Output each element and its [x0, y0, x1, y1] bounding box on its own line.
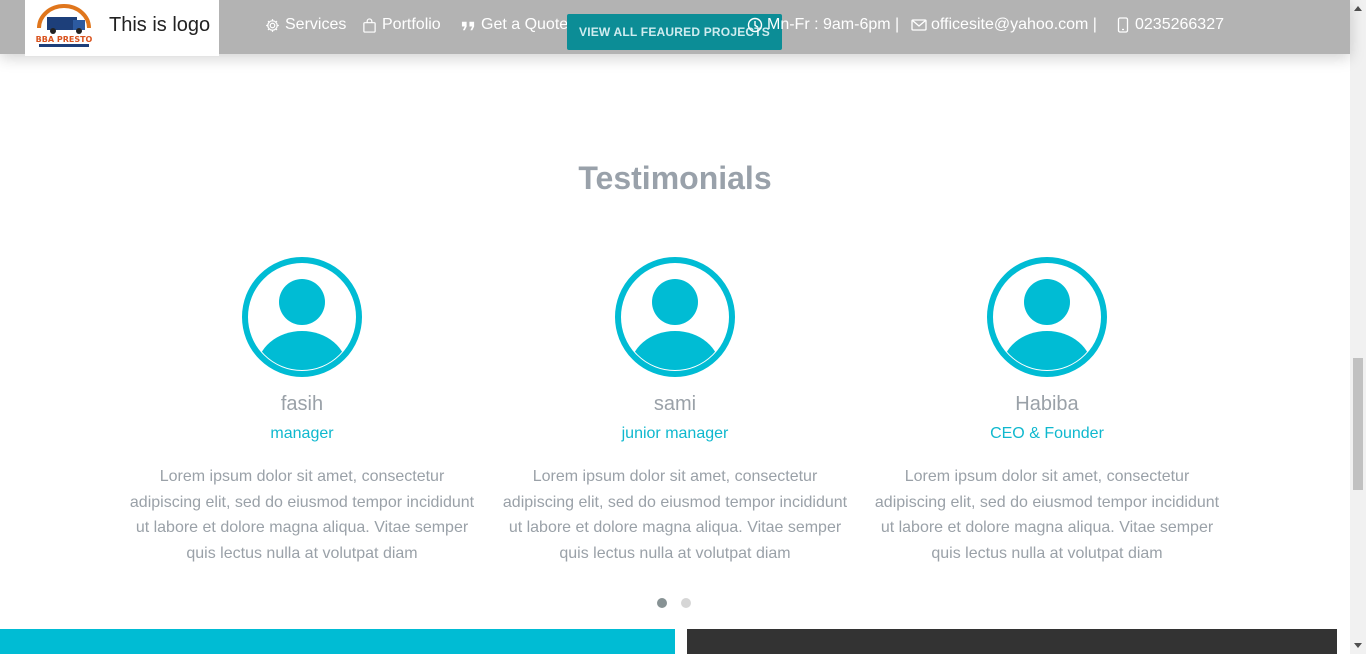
testimonial-name: Habiba	[1015, 393, 1079, 415]
testimonial-card: sami junior manager Lorem ipsum dolor si…	[499, 256, 851, 566]
contact-email-text: officesite@yahoo.com |	[931, 16, 1097, 33]
page-scrollbar[interactable]	[1350, 0, 1366, 654]
scrollbar-thumb[interactable]	[1353, 358, 1363, 490]
testimonial-name: sami	[653, 393, 697, 415]
quote-icon	[461, 21, 475, 30]
carousel-pagination	[657, 598, 691, 608]
testimonial-text: Lorem ipsum dolor sit amet, consectetur …	[129, 468, 475, 562]
site-header: BBA PRESTO This is logo Services Portfol…	[0, 0, 1350, 56]
nav-services[interactable]: Services	[265, 0, 346, 50]
testimonial-name: fasih	[280, 393, 324, 415]
footer-accent-band	[0, 629, 675, 654]
contact-phone[interactable]: 0235266327	[1115, 0, 1224, 50]
contact-hours: Mn-Fr : 9am-6pm |	[747, 0, 899, 50]
logo-text: This is logo	[109, 14, 211, 36]
testimonials-title: Testimonials	[578, 160, 772, 196]
gear-icon	[266, 18, 279, 32]
phone-icon	[1117, 17, 1129, 33]
scroll-up-arrow-icon[interactable]	[1354, 6, 1362, 11]
testimonial-text: Lorem ipsum dolor sit amet, consectetur …	[502, 468, 848, 562]
user-avatar-icon	[242, 257, 362, 377]
nav-portfolio-label: Portfolio	[382, 16, 441, 33]
footer-dark-band	[687, 629, 1337, 654]
nav-services-label: Services	[285, 16, 347, 33]
testimonial-role: CEO & Founder	[990, 425, 1104, 442]
testimonial-role: manager	[270, 425, 334, 442]
bag-icon	[363, 17, 376, 33]
logo-emblem-icon: BBA PRESTO	[36, 4, 93, 47]
logo-emblem-text: BBA PRESTO	[36, 35, 93, 44]
clock-icon	[747, 17, 763, 33]
carousel-dot-2[interactable]	[681, 598, 691, 608]
contact-hours-text: Mn-Fr : 9am-6pm |	[767, 16, 900, 33]
envelope-icon	[911, 19, 927, 31]
testimonial-card: Habiba CEO & Founder Lorem ipsum dolor s…	[871, 256, 1223, 566]
logo-link[interactable]: BBA PRESTO This is logo	[25, 0, 219, 56]
user-avatar-icon	[615, 257, 735, 377]
scroll-down-arrow-icon[interactable]	[1354, 643, 1362, 648]
testimonial-text: Lorem ipsum dolor sit amet, consectetur …	[874, 468, 1220, 562]
contact-phone-text: 0235266327	[1135, 16, 1224, 33]
contact-email[interactable]: officesite@yahoo.com |	[911, 0, 1097, 50]
testimonial-role: junior manager	[621, 425, 729, 442]
testimonial-card: fasih manager Lorem ipsum dolor sit amet…	[126, 256, 478, 566]
nav-portfolio[interactable]: Portfolio	[362, 0, 441, 50]
user-avatar-icon	[987, 257, 1107, 377]
nav-get-quote-label: Get a Quote	[481, 16, 569, 33]
nav-get-quote[interactable]: Get a Quote	[461, 0, 568, 50]
carousel-dot-1[interactable]	[657, 598, 667, 608]
